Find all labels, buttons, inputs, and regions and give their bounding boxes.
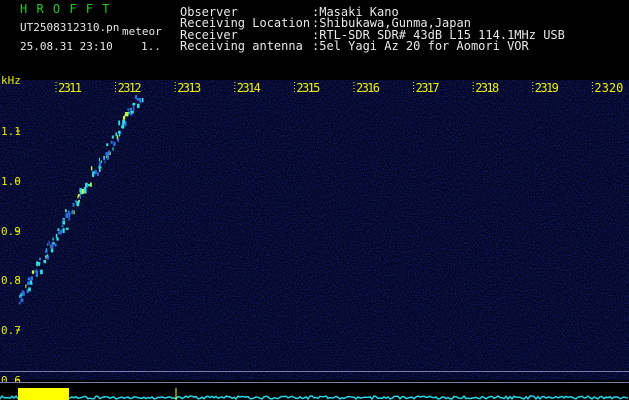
echo-pixel (131, 110, 134, 114)
echo-pixel (30, 276, 33, 281)
echo-pixel (121, 125, 124, 129)
echo-pixel (98, 157, 100, 162)
waterfall-noise (0, 80, 629, 380)
echo-pixel (61, 225, 64, 228)
echo-pixel (137, 103, 140, 108)
echo-pixel (19, 294, 21, 298)
x-tick-label: 2313 (177, 81, 201, 95)
echo-pixel (83, 187, 87, 193)
echo-pixel (27, 277, 31, 281)
echo-pixel (100, 160, 103, 163)
echo-pixel (65, 227, 69, 230)
x-tick-label: 2317 (416, 81, 440, 95)
echo-pixel (129, 109, 132, 111)
echo-pixel (38, 263, 40, 266)
x-tick-label: 2319 (535, 81, 559, 95)
echo-pixel (20, 298, 24, 303)
echo-pixel (68, 212, 71, 217)
echo-pixel (134, 95, 137, 99)
echo-pixel (72, 209, 74, 215)
echo-pixel (52, 237, 54, 241)
echo-pixel (57, 228, 60, 232)
echo-pixel (43, 260, 47, 264)
x-tick-label: 2320 (594, 81, 623, 95)
echo-pixel (93, 171, 95, 174)
x-tick-label: 2318 (475, 81, 499, 95)
echo-pixel (113, 142, 116, 145)
x-tick-label: 2311 (58, 81, 82, 95)
echo-pixel (128, 111, 130, 114)
echo-pixel (65, 213, 68, 218)
echo-pixel (46, 243, 48, 246)
echo-pixel (21, 290, 24, 296)
echo-pixel (79, 195, 81, 199)
echo-pixel (117, 137, 120, 142)
echo-pixel (62, 228, 65, 233)
echo-pixel (62, 221, 66, 225)
echo-pixel (86, 182, 88, 186)
echo-pixel (115, 132, 118, 136)
echo-pixel (72, 202, 75, 207)
echo-pixel (68, 216, 70, 221)
echo-pixel (39, 257, 41, 261)
echo-pixel (30, 280, 32, 285)
echo-pixel (54, 243, 57, 247)
echo-pixel (90, 166, 93, 171)
echo-pixel (122, 116, 126, 120)
echo-pixel (87, 184, 91, 187)
echo-pixel (56, 237, 59, 241)
echo-pixel (106, 155, 110, 160)
echo-pixel (127, 114, 129, 117)
echo-pixel (112, 147, 114, 151)
echo-pixel (132, 105, 135, 109)
echo-pixel (45, 249, 48, 253)
echo-pixel (122, 119, 126, 124)
echo-pixel (103, 157, 105, 161)
echo-pixel (127, 108, 130, 111)
echo-pixel (35, 269, 38, 272)
echo-pixel (50, 244, 54, 249)
spectrogram: kHz 1.11.00.90.80.70.6 2311 2312 2313 2314 2… (0, 74, 629, 400)
echo-pixel (25, 284, 27, 288)
echo-pixel (95, 169, 97, 175)
echo-pixel (110, 140, 113, 144)
echo-pixel (99, 168, 101, 172)
echo-pixel (141, 98, 144, 103)
echo-pixel (26, 281, 30, 286)
echo-pixel (36, 261, 39, 267)
x-tick-label: 2316 (356, 81, 380, 95)
echo-pixel (90, 182, 92, 187)
echo-pixel (139, 97, 142, 103)
echo-pixel (59, 230, 62, 235)
echo-pixel (98, 165, 100, 169)
x-tick-label: 2314 (237, 81, 261, 95)
echo-pixel (78, 194, 80, 197)
x-tick-label: 2312 (118, 81, 142, 95)
echo-pixel (48, 240, 50, 246)
y-unit-label: kHz (1, 74, 21, 87)
echo-pixel (132, 102, 136, 106)
echo-pixel (31, 270, 35, 274)
echo-pixel (76, 201, 80, 206)
echo-pixel (51, 241, 53, 245)
echo-pixel (55, 233, 58, 238)
echo-pixel (118, 130, 121, 134)
echo-pixel (28, 287, 31, 292)
echo-pixel (108, 150, 110, 155)
echo-pixel (106, 143, 109, 146)
echo-pixel (104, 160, 106, 164)
echo-pixel (65, 209, 67, 213)
echo-pixel (40, 269, 43, 275)
echo-pixel (118, 120, 121, 126)
echo-pixel (111, 135, 114, 139)
echo-pixel (97, 172, 99, 176)
x-tick-label: 2315 (296, 81, 320, 95)
echo-pixel (73, 210, 75, 215)
echo-pixel (46, 254, 49, 257)
echo-pixel (133, 108, 135, 111)
echo-pixel (18, 302, 21, 305)
echo-pixel (118, 133, 121, 137)
yellow-signal-bar (18, 388, 69, 400)
